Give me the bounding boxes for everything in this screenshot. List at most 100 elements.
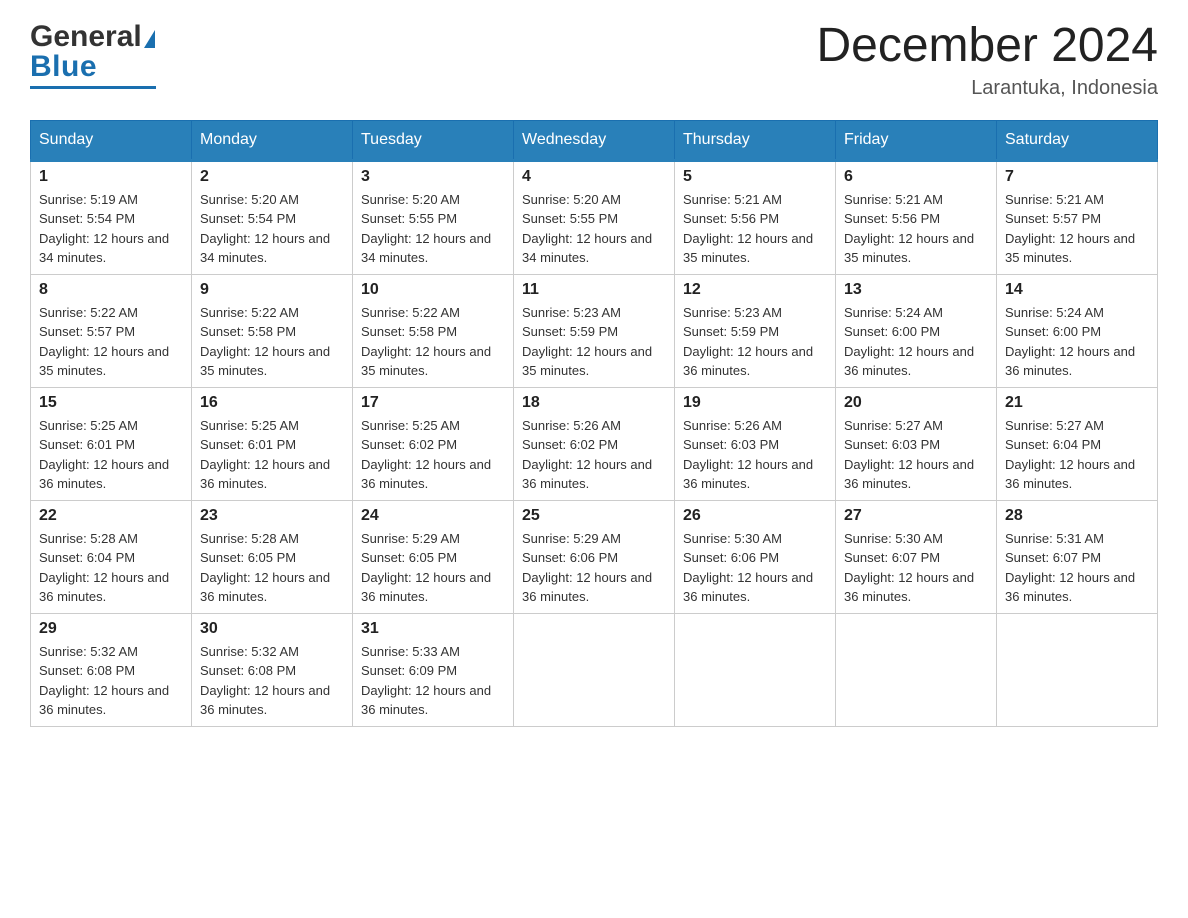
day-number: 1 <box>39 168 183 186</box>
day-number: 23 <box>200 507 344 525</box>
day-info: Sunrise: 5:22 AM Sunset: 5:57 PM Dayligh… <box>39 303 183 381</box>
header-row: Sunday Monday Tuesday Wednesday Thursday… <box>31 120 1158 160</box>
logo-triangle-icon <box>144 30 155 48</box>
day-number: 22 <box>39 507 183 525</box>
day-number: 3 <box>361 168 505 186</box>
day-number: 14 <box>1005 281 1149 299</box>
day-info: Sunrise: 5:33 AM Sunset: 6:09 PM Dayligh… <box>361 642 505 720</box>
day-number: 30 <box>200 620 344 638</box>
day-info: Sunrise: 5:26 AM Sunset: 6:03 PM Dayligh… <box>683 416 827 494</box>
col-wednesday: Wednesday <box>514 120 675 160</box>
day-info: Sunrise: 5:20 AM Sunset: 5:55 PM Dayligh… <box>361 190 505 268</box>
day-number: 5 <box>683 168 827 186</box>
day-number: 8 <box>39 281 183 299</box>
day-info: Sunrise: 5:24 AM Sunset: 6:00 PM Dayligh… <box>1005 303 1149 381</box>
day-info: Sunrise: 5:25 AM Sunset: 6:01 PM Dayligh… <box>39 416 183 494</box>
logo-underline <box>30 86 156 89</box>
day-number: 4 <box>522 168 666 186</box>
day-info: Sunrise: 5:24 AM Sunset: 6:00 PM Dayligh… <box>844 303 988 381</box>
day-info: Sunrise: 5:21 AM Sunset: 5:57 PM Dayligh… <box>1005 190 1149 268</box>
day-info: Sunrise: 5:22 AM Sunset: 5:58 PM Dayligh… <box>361 303 505 381</box>
day-number: 2 <box>200 168 344 186</box>
calendar-title: December 2024 <box>816 20 1158 73</box>
day-number: 6 <box>844 168 988 186</box>
calendar-cell: 9 Sunrise: 5:22 AM Sunset: 5:58 PM Dayli… <box>192 274 353 387</box>
logo: General Blue <box>30 20 156 89</box>
calendar-cell: 18 Sunrise: 5:26 AM Sunset: 6:02 PM Dayl… <box>514 387 675 500</box>
calendar-cell: 23 Sunrise: 5:28 AM Sunset: 6:05 PM Dayl… <box>192 500 353 613</box>
col-saturday: Saturday <box>997 120 1158 160</box>
calendar-cell: 3 Sunrise: 5:20 AM Sunset: 5:55 PM Dayli… <box>353 160 514 274</box>
calendar-week-row: 29 Sunrise: 5:32 AM Sunset: 6:08 PM Dayl… <box>31 613 1158 726</box>
day-info: Sunrise: 5:23 AM Sunset: 5:59 PM Dayligh… <box>522 303 666 381</box>
calendar-cell: 24 Sunrise: 5:29 AM Sunset: 6:05 PM Dayl… <box>353 500 514 613</box>
day-number: 7 <box>1005 168 1149 186</box>
calendar-header: Sunday Monday Tuesday Wednesday Thursday… <box>31 120 1158 160</box>
day-info: Sunrise: 5:28 AM Sunset: 6:05 PM Dayligh… <box>200 529 344 607</box>
day-info: Sunrise: 5:32 AM Sunset: 6:08 PM Dayligh… <box>200 642 344 720</box>
calendar-subtitle: Larantuka, Indonesia <box>816 77 1158 100</box>
day-info: Sunrise: 5:22 AM Sunset: 5:58 PM Dayligh… <box>200 303 344 381</box>
day-number: 12 <box>683 281 827 299</box>
calendar-cell: 27 Sunrise: 5:30 AM Sunset: 6:07 PM Dayl… <box>836 500 997 613</box>
calendar-cell: 26 Sunrise: 5:30 AM Sunset: 6:06 PM Dayl… <box>675 500 836 613</box>
calendar-cell: 21 Sunrise: 5:27 AM Sunset: 6:04 PM Dayl… <box>997 387 1158 500</box>
calendar-cell <box>514 613 675 726</box>
day-number: 17 <box>361 394 505 412</box>
day-info: Sunrise: 5:28 AM Sunset: 6:04 PM Dayligh… <box>39 529 183 607</box>
logo-general: General <box>30 20 142 54</box>
calendar-cell <box>836 613 997 726</box>
calendar-cell: 19 Sunrise: 5:26 AM Sunset: 6:03 PM Dayl… <box>675 387 836 500</box>
day-number: 16 <box>200 394 344 412</box>
day-info: Sunrise: 5:30 AM Sunset: 6:06 PM Dayligh… <box>683 529 827 607</box>
day-number: 31 <box>361 620 505 638</box>
day-info: Sunrise: 5:20 AM Sunset: 5:55 PM Dayligh… <box>522 190 666 268</box>
col-thursday: Thursday <box>675 120 836 160</box>
calendar-cell: 12 Sunrise: 5:23 AM Sunset: 5:59 PM Dayl… <box>675 274 836 387</box>
col-tuesday: Tuesday <box>353 120 514 160</box>
day-info: Sunrise: 5:31 AM Sunset: 6:07 PM Dayligh… <box>1005 529 1149 607</box>
calendar-cell <box>997 613 1158 726</box>
calendar-cell: 31 Sunrise: 5:33 AM Sunset: 6:09 PM Dayl… <box>353 613 514 726</box>
calendar-cell: 20 Sunrise: 5:27 AM Sunset: 6:03 PM Dayl… <box>836 387 997 500</box>
day-number: 19 <box>683 394 827 412</box>
calendar-cell: 15 Sunrise: 5:25 AM Sunset: 6:01 PM Dayl… <box>31 387 192 500</box>
day-info: Sunrise: 5:26 AM Sunset: 6:02 PM Dayligh… <box>522 416 666 494</box>
col-friday: Friday <box>836 120 997 160</box>
day-number: 11 <box>522 281 666 299</box>
calendar-cell: 29 Sunrise: 5:32 AM Sunset: 6:08 PM Dayl… <box>31 613 192 726</box>
calendar-table: Sunday Monday Tuesday Wednesday Thursday… <box>30 120 1158 727</box>
day-info: Sunrise: 5:20 AM Sunset: 5:54 PM Dayligh… <box>200 190 344 268</box>
day-number: 26 <box>683 507 827 525</box>
calendar-week-row: 22 Sunrise: 5:28 AM Sunset: 6:04 PM Dayl… <box>31 500 1158 613</box>
day-info: Sunrise: 5:27 AM Sunset: 6:03 PM Dayligh… <box>844 416 988 494</box>
day-info: Sunrise: 5:29 AM Sunset: 6:05 PM Dayligh… <box>361 529 505 607</box>
calendar-cell: 16 Sunrise: 5:25 AM Sunset: 6:01 PM Dayl… <box>192 387 353 500</box>
calendar-cell: 10 Sunrise: 5:22 AM Sunset: 5:58 PM Dayl… <box>353 274 514 387</box>
day-number: 10 <box>361 281 505 299</box>
calendar-week-row: 15 Sunrise: 5:25 AM Sunset: 6:01 PM Dayl… <box>31 387 1158 500</box>
col-sunday: Sunday <box>31 120 192 160</box>
day-info: Sunrise: 5:19 AM Sunset: 5:54 PM Dayligh… <box>39 190 183 268</box>
day-number: 27 <box>844 507 988 525</box>
calendar-cell: 14 Sunrise: 5:24 AM Sunset: 6:00 PM Dayl… <box>997 274 1158 387</box>
day-number: 20 <box>844 394 988 412</box>
day-info: Sunrise: 5:30 AM Sunset: 6:07 PM Dayligh… <box>844 529 988 607</box>
calendar-week-row: 8 Sunrise: 5:22 AM Sunset: 5:57 PM Dayli… <box>31 274 1158 387</box>
calendar-cell: 17 Sunrise: 5:25 AM Sunset: 6:02 PM Dayl… <box>353 387 514 500</box>
logo-blue: Blue <box>30 50 97 84</box>
title-section: December 2024 Larantuka, Indonesia <box>816 20 1158 100</box>
calendar-cell <box>675 613 836 726</box>
page-header: General Blue December 2024 Larantuka, In… <box>30 20 1158 100</box>
calendar-cell: 30 Sunrise: 5:32 AM Sunset: 6:08 PM Dayl… <box>192 613 353 726</box>
calendar-cell: 5 Sunrise: 5:21 AM Sunset: 5:56 PM Dayli… <box>675 160 836 274</box>
day-number: 24 <box>361 507 505 525</box>
day-number: 9 <box>200 281 344 299</box>
day-info: Sunrise: 5:21 AM Sunset: 5:56 PM Dayligh… <box>844 190 988 268</box>
calendar-cell: 28 Sunrise: 5:31 AM Sunset: 6:07 PM Dayl… <box>997 500 1158 613</box>
day-info: Sunrise: 5:23 AM Sunset: 5:59 PM Dayligh… <box>683 303 827 381</box>
day-info: Sunrise: 5:21 AM Sunset: 5:56 PM Dayligh… <box>683 190 827 268</box>
col-monday: Monday <box>192 120 353 160</box>
calendar-cell: 25 Sunrise: 5:29 AM Sunset: 6:06 PM Dayl… <box>514 500 675 613</box>
calendar-cell: 4 Sunrise: 5:20 AM Sunset: 5:55 PM Dayli… <box>514 160 675 274</box>
